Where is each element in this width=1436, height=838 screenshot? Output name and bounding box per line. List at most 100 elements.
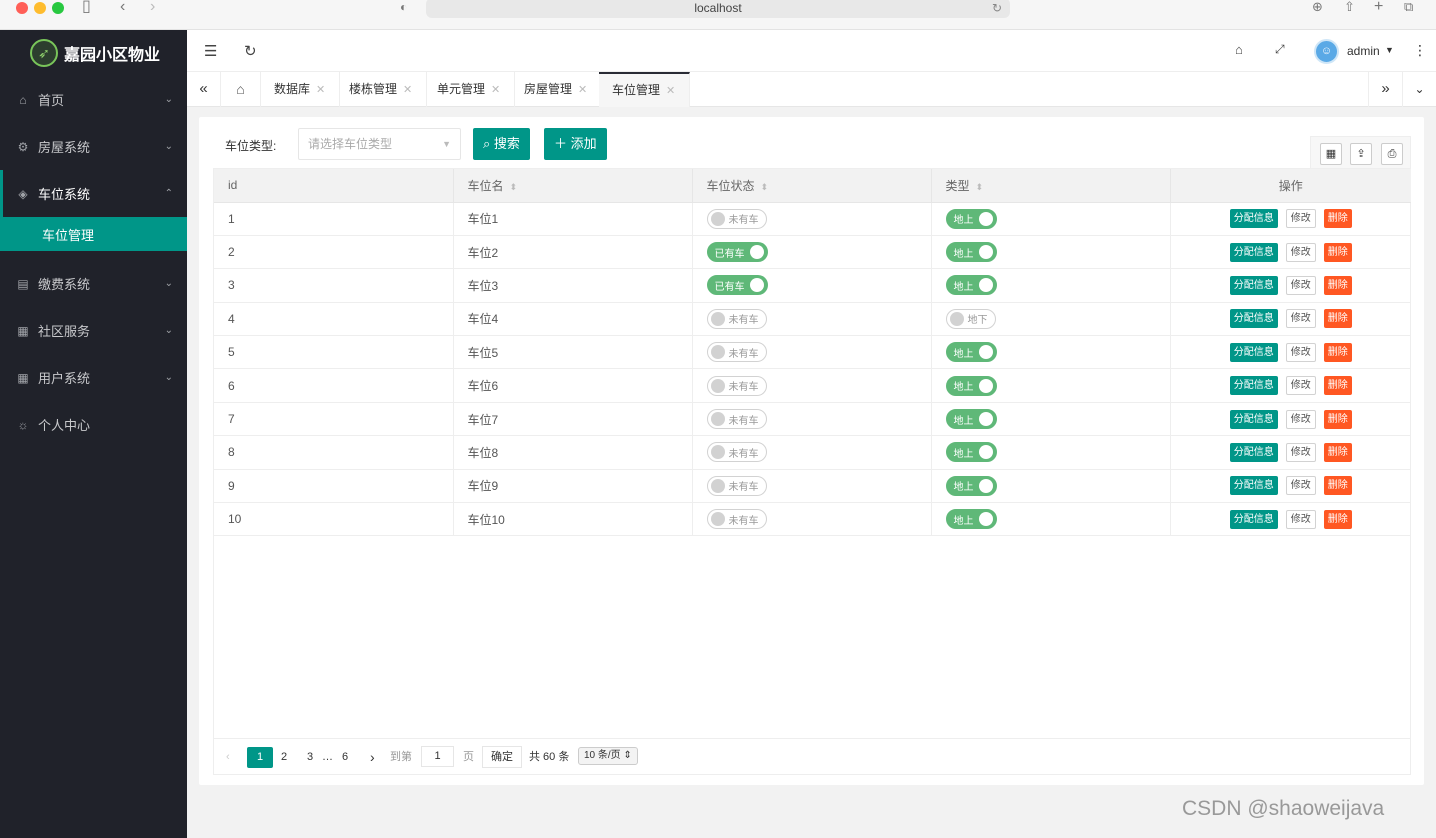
zoom-window-button[interactable] bbox=[52, 2, 64, 14]
delete-button[interactable]: 删除 bbox=[1323, 442, 1352, 462]
home-tab-icon[interactable]: ⌂ bbox=[221, 72, 261, 107]
type-toggle[interactable]: 地上 bbox=[945, 442, 997, 463]
sort-icon[interactable]: ⬍ bbox=[976, 182, 984, 192]
status-toggle[interactable]: 未有车 bbox=[706, 475, 767, 496]
prev-page-icon[interactable]: ‹ bbox=[226, 747, 230, 768]
edit-button[interactable]: 修改 bbox=[1285, 409, 1316, 429]
sidebar-item-payment[interactable]: ▤ 缴费系统 ⌄ bbox=[0, 260, 187, 307]
delete-button[interactable]: 删除 bbox=[1323, 409, 1352, 429]
reload-icon[interactable]: ↻ bbox=[992, 0, 1002, 18]
type-toggle[interactable]: 地上 bbox=[945, 375, 997, 396]
edit-button[interactable]: 修改 bbox=[1285, 242, 1316, 262]
delete-button[interactable]: 删除 bbox=[1323, 309, 1352, 329]
status-toggle[interactable]: 已有车 bbox=[706, 275, 768, 296]
assign-info-button[interactable]: 分配信息 bbox=[1229, 376, 1278, 396]
assign-info-button[interactable]: 分配信息 bbox=[1229, 442, 1278, 462]
assign-info-button[interactable]: 分配信息 bbox=[1229, 509, 1278, 529]
sidebar-item-users[interactable]: ▦ 用户系统 ⌄ bbox=[0, 354, 187, 401]
type-toggle[interactable]: 地上 bbox=[945, 509, 997, 530]
menu-collapse-icon[interactable]: ☰ bbox=[204, 42, 217, 60]
assign-info-button[interactable]: 分配信息 bbox=[1229, 242, 1278, 262]
assign-info-button[interactable]: 分配信息 bbox=[1229, 275, 1278, 295]
refresh-icon[interactable]: ↻ bbox=[244, 42, 257, 60]
status-toggle[interactable]: 未有车 bbox=[706, 342, 767, 363]
assign-info-button[interactable]: 分配信息 bbox=[1229, 309, 1278, 329]
status-toggle[interactable]: 未有车 bbox=[706, 409, 767, 430]
tab-building[interactable]: 楼栋管理 ✕ bbox=[336, 72, 428, 107]
delete-button[interactable]: 删除 bbox=[1323, 242, 1352, 262]
delete-button[interactable]: 删除 bbox=[1323, 209, 1352, 229]
close-window-button[interactable] bbox=[16, 2, 28, 14]
tag-icon[interactable]: ⌂ bbox=[1235, 42, 1243, 57]
print-icon[interactable]: ⎙ bbox=[1381, 143, 1403, 165]
type-toggle[interactable]: 地下 bbox=[945, 308, 996, 329]
status-toggle[interactable]: 未有车 bbox=[706, 375, 767, 396]
close-icon[interactable]: ✕ bbox=[666, 85, 675, 97]
sort-icon[interactable]: ⬍ bbox=[761, 182, 769, 192]
tab-parking[interactable]: 车位管理 ✕ bbox=[599, 72, 691, 107]
assign-info-button[interactable]: 分配信息 bbox=[1229, 342, 1278, 362]
goto-page-input[interactable]: 1 bbox=[421, 746, 454, 767]
app-logo[interactable]: ➶ 嘉园小区物业 bbox=[0, 30, 187, 76]
type-toggle[interactable]: 地上 bbox=[945, 242, 997, 263]
page-size-select[interactable]: 10 条/页 ⇕ bbox=[578, 747, 638, 765]
forward-icon[interactable]: › bbox=[150, 0, 155, 16]
page-number[interactable]: 6 bbox=[342, 747, 348, 768]
status-toggle[interactable]: 未有车 bbox=[706, 208, 767, 229]
caret-down-icon[interactable]: ▼ bbox=[1385, 45, 1394, 55]
share-icon[interactable]: ⇧ bbox=[1344, 0, 1355, 16]
username[interactable]: admin bbox=[1347, 44, 1380, 58]
assign-info-button[interactable]: 分配信息 bbox=[1229, 209, 1278, 229]
sidebar-item-profile[interactable]: ☼ 个人中心 bbox=[0, 401, 187, 448]
minimize-window-button[interactable] bbox=[34, 2, 46, 14]
delete-button[interactable]: 删除 bbox=[1323, 275, 1352, 295]
type-toggle[interactable]: 地上 bbox=[945, 409, 997, 430]
sort-icon[interactable]: ⬍ bbox=[510, 182, 518, 192]
back-icon[interactable]: ‹ bbox=[120, 0, 125, 16]
close-icon[interactable]: ✕ bbox=[491, 84, 500, 96]
column-header-type[interactable]: 类型 ⬍ bbox=[931, 169, 1171, 203]
address-bar[interactable]: localhost ↻ bbox=[426, 0, 1010, 18]
assign-info-button[interactable]: 分配信息 bbox=[1229, 409, 1278, 429]
edit-button[interactable]: 修改 bbox=[1285, 342, 1316, 362]
add-button[interactable]: ＋ 添加 bbox=[544, 128, 607, 160]
type-toggle[interactable]: 地上 bbox=[945, 475, 997, 496]
goto-confirm-button[interactable]: 确定 bbox=[482, 746, 522, 768]
edit-button[interactable]: 修改 bbox=[1285, 509, 1316, 529]
edit-button[interactable]: 修改 bbox=[1285, 209, 1316, 229]
tabs-menu-chevron-icon[interactable]: ⌄ bbox=[1402, 72, 1436, 107]
status-toggle[interactable]: 未有车 bbox=[706, 308, 767, 329]
sidebar-item-home[interactable]: ⌂ 首页 ⌄ bbox=[0, 76, 187, 123]
tabs-scroll-right-icon[interactable]: » bbox=[1368, 72, 1402, 107]
status-toggle[interactable]: 未有车 bbox=[706, 442, 767, 463]
tab-overview-icon[interactable]: ⧉ bbox=[1404, 0, 1413, 16]
fullscreen-icon[interactable]: ⤢ bbox=[1275, 42, 1285, 57]
close-icon[interactable]: ✕ bbox=[403, 84, 412, 96]
download-icon[interactable]: ⊕ bbox=[1312, 0, 1323, 16]
sidebar-item-housing[interactable]: ⚙ 房屋系统 ⌄ bbox=[0, 123, 187, 170]
column-header-status[interactable]: 车位状态 ⬍ bbox=[692, 169, 932, 203]
tab-database[interactable]: 数据库 ✕ bbox=[261, 72, 341, 107]
sidebar-item-parking[interactable]: ◈ 车位系统 ⌃ bbox=[0, 170, 187, 217]
edit-button[interactable]: 修改 bbox=[1285, 376, 1316, 396]
delete-button[interactable]: 删除 bbox=[1323, 342, 1352, 362]
more-icon[interactable]: ⋮ bbox=[1413, 42, 1427, 59]
status-toggle[interactable]: 未有车 bbox=[706, 509, 767, 530]
type-toggle[interactable]: 地上 bbox=[945, 342, 997, 363]
sidebar-toggle-icon[interactable]: ▯ bbox=[82, 0, 91, 16]
tab-house[interactable]: 房屋管理 ✕ bbox=[511, 72, 603, 107]
tab-unit[interactable]: 单元管理 ✕ bbox=[424, 72, 516, 107]
tabs-scroll-left-icon[interactable]: « bbox=[187, 72, 221, 107]
next-page-icon[interactable]: › bbox=[370, 747, 375, 768]
page-number[interactable]: 2 bbox=[281, 747, 287, 768]
parking-type-select[interactable]: 请选择车位类型 ▼ bbox=[298, 128, 461, 160]
export-icon[interactable]: ⇪ bbox=[1350, 143, 1372, 165]
delete-button[interactable]: 删除 bbox=[1323, 509, 1352, 529]
edit-button[interactable]: 修改 bbox=[1285, 476, 1316, 496]
page-number[interactable]: 3 bbox=[307, 747, 313, 768]
delete-button[interactable]: 删除 bbox=[1323, 376, 1352, 396]
close-icon[interactable]: ✕ bbox=[316, 84, 325, 96]
assign-info-button[interactable]: 分配信息 bbox=[1229, 476, 1278, 496]
status-toggle[interactable]: 已有车 bbox=[706, 242, 768, 263]
page-number[interactable]: 1 bbox=[247, 747, 273, 768]
